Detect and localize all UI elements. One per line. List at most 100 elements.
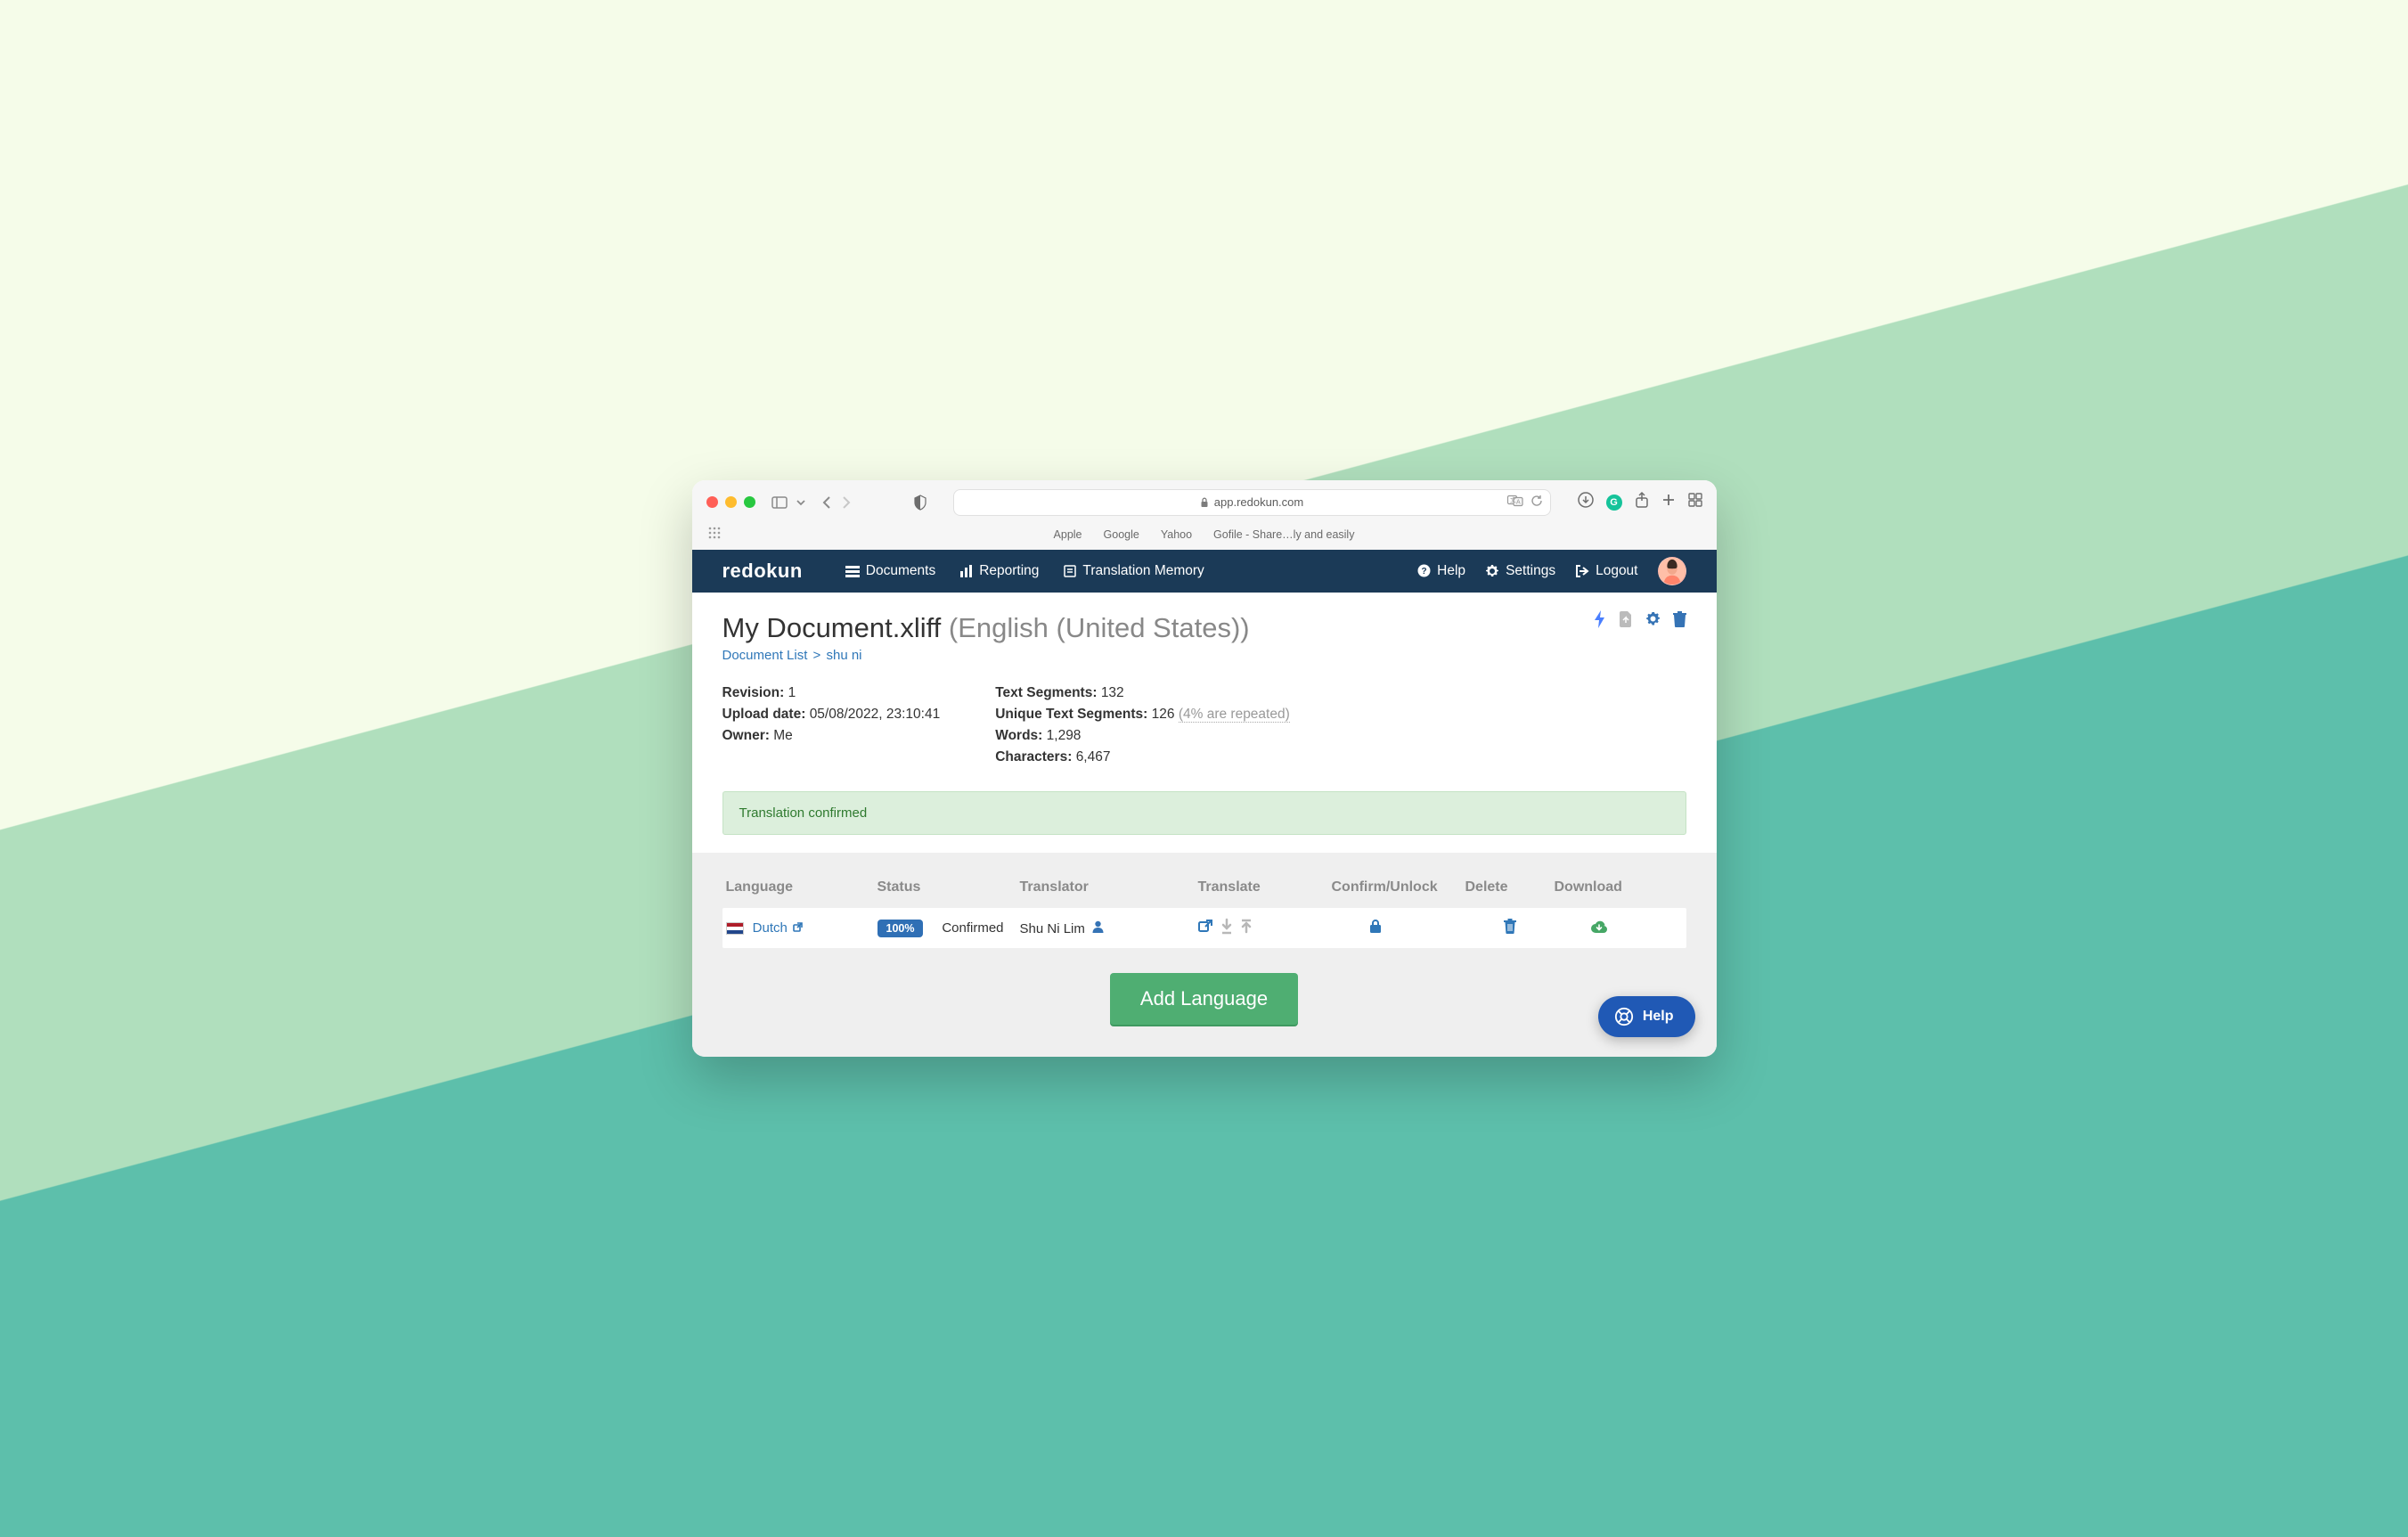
help-fab[interactable]: Help	[1598, 996, 1695, 1037]
gear-icon	[1485, 564, 1499, 578]
document-actions	[1594, 610, 1686, 633]
logout-icon	[1575, 565, 1589, 577]
language-link[interactable]: Dutch	[753, 920, 803, 936]
open-editor-icon[interactable]	[1198, 920, 1212, 937]
documents-icon	[845, 565, 860, 577]
cell-language: Dutch	[726, 920, 877, 936]
cell-delete	[1465, 919, 1555, 937]
address-bar[interactable]: app.redokun.com 文A	[953, 489, 1551, 516]
pretranslate-icon[interactable]	[1594, 610, 1606, 633]
cell-download	[1555, 920, 1644, 936]
cell-status: 100% Confirmed	[877, 920, 1020, 937]
col-status: Status	[877, 879, 1020, 895]
lock-icon	[1200, 497, 1209, 508]
upload-date-value: 05/08/2022, 23:10:41	[810, 707, 941, 722]
breadcrumb: Document List > shu ni	[722, 648, 1686, 663]
url-text: app.redokun.com	[1214, 495, 1303, 509]
words-label: Words:	[995, 728, 1042, 743]
nav-reporting[interactable]: Reporting	[960, 563, 1039, 579]
nav-translation-memory[interactable]: Translation Memory	[1064, 563, 1204, 579]
text-segments-value: 132	[1101, 685, 1124, 700]
app-logo[interactable]: redokun	[722, 560, 803, 583]
delete-document-icon[interactable]	[1673, 611, 1686, 632]
success-alert: Translation confirmed	[722, 791, 1686, 835]
document-title: My Document.xliff	[722, 612, 942, 643]
bookmark-link[interactable]: Gofile - Share…ly and easily	[1213, 528, 1354, 541]
sidebar-toggle-icon[interactable]	[771, 496, 788, 509]
trash-icon[interactable]	[1504, 919, 1516, 937]
apps-grid-icon[interactable]	[708, 527, 721, 542]
minimize-window-icon[interactable]	[725, 496, 737, 508]
reload-icon[interactable]	[1531, 495, 1543, 510]
owner-label: Owner:	[722, 728, 770, 743]
nav-documents[interactable]: Documents	[845, 563, 935, 579]
cell-confirm	[1332, 920, 1465, 937]
breadcrumb-root[interactable]: Document List	[722, 648, 808, 663]
breadcrumb-current[interactable]: shu ni	[826, 648, 861, 663]
repeated-hint: (4% are repeated)	[1179, 707, 1290, 723]
export-down-icon	[1221, 920, 1232, 937]
upload-date-label: Upload date:	[722, 707, 806, 722]
lock-icon[interactable]	[1369, 920, 1382, 937]
back-icon[interactable]	[821, 496, 832, 509]
app-navbar: redokun Documents Reporting Translation …	[692, 550, 1717, 593]
languages-section: Language Status Translator Translate Con…	[692, 853, 1717, 1057]
shield-icon[interactable]	[914, 495, 926, 510]
upload-revision-icon[interactable]	[1619, 611, 1633, 632]
page-content: My Document.xliff (English (United State…	[692, 593, 1717, 835]
translate-icon[interactable]: 文A	[1507, 495, 1523, 510]
nav-settings[interactable]: Settings	[1485, 563, 1555, 579]
chart-icon	[960, 565, 973, 577]
alert-message: Translation confirmed	[739, 805, 868, 821]
downloads-icon[interactable]	[1578, 492, 1594, 512]
window-controls	[706, 496, 755, 508]
col-delete: Delete	[1465, 879, 1555, 895]
help-fab-label: Help	[1643, 1009, 1674, 1025]
share-icon[interactable]	[1635, 492, 1649, 512]
page-title: My Document.xliff (English (United State…	[722, 612, 1686, 644]
download-icon[interactable]	[1591, 920, 1607, 936]
tabs-icon[interactable]	[1688, 493, 1702, 511]
new-tab-icon[interactable]	[1661, 493, 1676, 511]
nav-logout[interactable]: Logout	[1575, 563, 1637, 579]
user-avatar[interactable]	[1658, 557, 1686, 585]
list-icon	[1064, 565, 1076, 577]
document-source-language: (English (United States))	[949, 612, 1250, 643]
close-window-icon[interactable]	[706, 496, 718, 508]
revision-label: Revision:	[722, 685, 785, 700]
words-value: 1,298	[1047, 728, 1082, 743]
translator-name: Shu Ni Lim	[1020, 921, 1085, 936]
svg-text:文: 文	[1510, 496, 1516, 504]
unique-segments-label: Unique Text Segments:	[995, 707, 1147, 722]
bookmark-link[interactable]: Apple	[1054, 528, 1082, 541]
nav-documents-label: Documents	[866, 563, 935, 579]
lifebuoy-icon	[1614, 1007, 1634, 1026]
nav-settings-label: Settings	[1506, 563, 1555, 579]
col-download: Download	[1555, 879, 1644, 895]
forward-icon[interactable]	[841, 496, 852, 509]
maximize-window-icon[interactable]	[744, 496, 755, 508]
document-settings-icon[interactable]	[1645, 611, 1661, 631]
help-icon: ?	[1417, 564, 1431, 577]
nav-tm-label: Translation Memory	[1082, 563, 1204, 579]
breadcrumb-separator: >	[813, 648, 821, 663]
browser-window: app.redokun.com 文A G	[692, 480, 1717, 1057]
chevron-down-icon[interactable]	[796, 498, 805, 507]
user-icon	[1092, 921, 1104, 936]
add-language-button[interactable]: Add Language	[1110, 973, 1298, 1025]
svg-text:?: ?	[1422, 567, 1427, 576]
bookmark-link[interactable]: Google	[1104, 528, 1139, 541]
nav-logout-label: Logout	[1596, 563, 1637, 579]
col-translator: Translator	[1020, 879, 1198, 895]
nav-help[interactable]: ? Help	[1417, 563, 1465, 579]
text-segments-label: Text Segments:	[995, 685, 1097, 700]
external-link-icon	[793, 922, 803, 935]
cell-translator: Shu Ni Lim	[1020, 920, 1198, 936]
characters-value: 6,467	[1076, 749, 1111, 764]
grammarly-icon[interactable]: G	[1606, 495, 1622, 511]
characters-label: Characters:	[995, 749, 1072, 764]
owner-value: Me	[773, 728, 793, 743]
bookmark-link[interactable]: Yahoo	[1161, 528, 1192, 541]
bookmarks-bar: Apple Google Yahoo Gofile - Share…ly and…	[692, 523, 1717, 550]
unique-segments-value: 126	[1152, 707, 1175, 722]
